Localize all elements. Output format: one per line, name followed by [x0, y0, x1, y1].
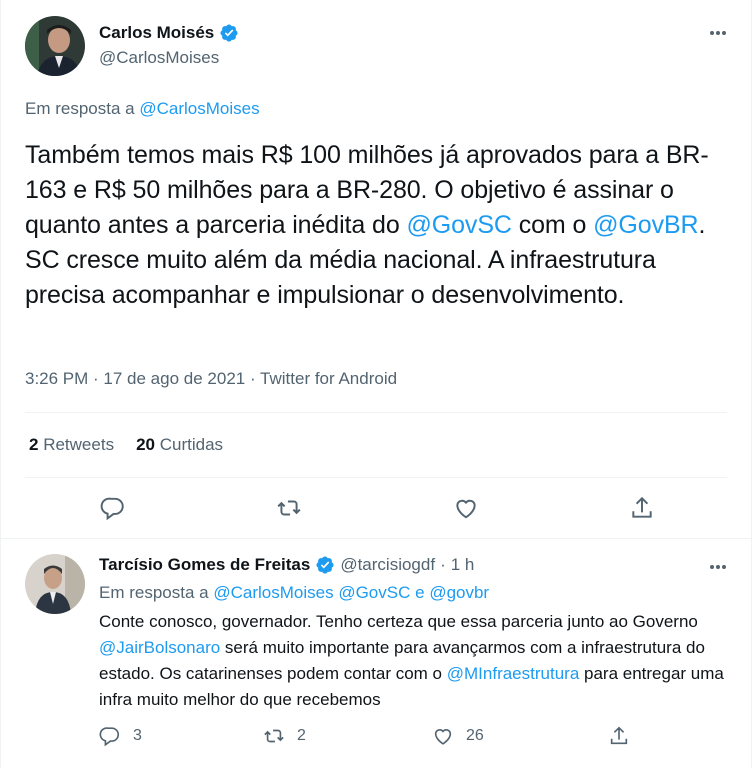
reply-author-name[interactable]: Tarcísio Gomes de Freitas [99, 555, 310, 575]
tweet-meta: 3:26 PM · 17 de ago de 2021 · Twitter fo… [25, 369, 398, 388]
reply-header: Tarcísio Gomes de Freitas @tarcisiogdf ·… [99, 555, 474, 575]
divider [25, 412, 727, 413]
separator-dot: · [440, 555, 446, 574]
reply-prefix: Em resposta a [99, 583, 209, 602]
like-icon [434, 729, 452, 745]
tweet-source[interactable]: Twitter for Android [260, 369, 397, 388]
likes-stat[interactable]: 20 Curtidas [136, 435, 223, 455]
more-icon[interactable] [707, 22, 729, 44]
retweet-icon [264, 729, 284, 743]
reply-author-handle[interactable]: @tarcisiogdf [340, 555, 435, 575]
more-icon[interactable] [707, 556, 729, 578]
retweets-label: Retweets [43, 435, 115, 454]
tweet-time[interactable]: 3:26 PM [25, 369, 88, 388]
replies-count: 3 [133, 727, 142, 744]
reply-to-mention[interactable]: @CarlosMoises [139, 99, 259, 118]
reply-to-mention[interactable]: @govbr [429, 583, 489, 602]
author-handle[interactable]: @CarlosMoises [99, 48, 219, 68]
tweet-date[interactable]: 17 de ago de 2021 [103, 369, 245, 388]
share-icon [610, 726, 628, 745]
like-button[interactable] [452, 494, 480, 522]
reply-prefix: Em resposta a [25, 99, 135, 118]
author-name-text[interactable]: Carlos Moisés [99, 23, 214, 43]
reply-to-mention[interactable]: @CarlosMoises [213, 583, 333, 602]
verified-badge-icon [316, 556, 334, 574]
retweets-count: 2 [29, 435, 39, 454]
reply-retweet-button[interactable]: 2 [263, 725, 306, 747]
retweet-icon [277, 500, 301, 516]
author-name[interactable]: Carlos Moisés [99, 23, 239, 43]
reply-time[interactable]: 1 h [451, 555, 475, 575]
share-icon [632, 496, 652, 518]
divider [25, 477, 727, 478]
verified-badge-icon [220, 24, 238, 42]
retweet-button[interactable] [275, 494, 303, 522]
reply-text-part: Conte conosco, governador. Tenho certeza… [99, 612, 698, 631]
reply-button[interactable] [99, 494, 127, 522]
likes-count: 26 [466, 727, 484, 744]
reply-context: Em resposta a @CarlosMoises @GovSC e @go… [99, 583, 489, 603]
share-button[interactable] [628, 494, 656, 522]
tweet-stats: 2 Retweets 20 Curtidas [29, 435, 223, 455]
tweet-text: Também temos mais R$ 100 milhões já apro… [25, 138, 725, 313]
likes-label: Curtidas [159, 435, 224, 454]
author-avatar[interactable] [25, 16, 85, 76]
reply-context: Em resposta a @CarlosMoises [25, 99, 260, 119]
reply-icon [99, 727, 120, 747]
reply-share-button[interactable] [608, 725, 630, 747]
reply-to-conjunction: e [415, 583, 425, 602]
tweet-thread: Carlos Moisés @CarlosMoises Em resposta … [0, 0, 752, 768]
retweets-stat[interactable]: 2 Retweets [29, 435, 114, 455]
thread-divider [1, 538, 751, 539]
mention-link[interactable]: @MInfraestrutura [447, 664, 580, 683]
retweets-count: 2 [297, 727, 306, 744]
reply-text: Conte conosco, governador. Tenho certeza… [99, 609, 729, 713]
reply-author-avatar[interactable] [25, 554, 85, 614]
reply-icon [100, 497, 124, 521]
reply-like-button[interactable]: 26 [432, 725, 484, 747]
likes-count: 20 [136, 435, 155, 454]
reply-reply-button[interactable]: 3 [99, 725, 142, 747]
reply-to-mention[interactable]: @GovSC [338, 583, 410, 602]
mention-link[interactable]: @GovBR [593, 211, 698, 239]
tweet-text-part: com o [511, 211, 594, 239]
mention-link[interactable]: @JairBolsonaro [99, 638, 220, 657]
like-icon [456, 499, 476, 519]
mention-link[interactable]: @GovSC [407, 211, 512, 239]
